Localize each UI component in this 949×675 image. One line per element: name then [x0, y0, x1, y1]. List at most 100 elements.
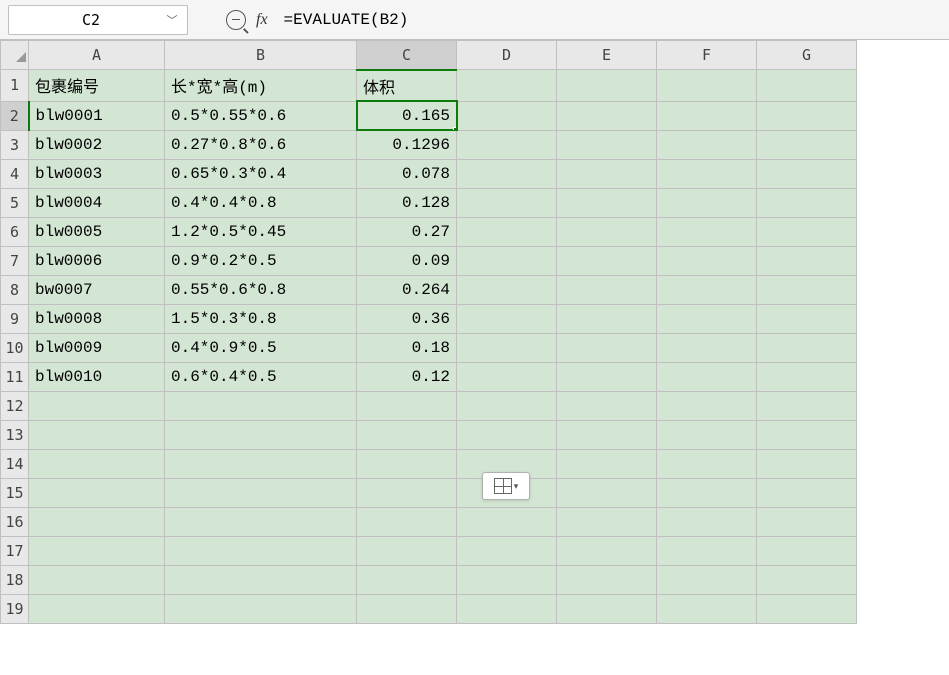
cell-B6[interactable]: 1.2*0.5*0.45: [165, 217, 357, 246]
column-header-B[interactable]: B: [165, 41, 357, 70]
cell-B13[interactable]: [165, 420, 357, 449]
cell-G10[interactable]: [757, 333, 857, 362]
cell-D2[interactable]: [457, 101, 557, 130]
cell-G8[interactable]: [757, 275, 857, 304]
cell-D9[interactable]: [457, 304, 557, 333]
cell-G15[interactable]: [757, 478, 857, 507]
cell-B1[interactable]: 长*宽*高(m): [165, 70, 357, 102]
column-header-G[interactable]: G: [757, 41, 857, 70]
row-header[interactable]: 18: [1, 565, 29, 594]
row-header[interactable]: 9: [1, 304, 29, 333]
cell-E14[interactable]: [557, 449, 657, 478]
cell-D10[interactable]: [457, 333, 557, 362]
cell-A12[interactable]: [29, 391, 165, 420]
cell-F12[interactable]: [657, 391, 757, 420]
row-header[interactable]: 7: [1, 246, 29, 275]
column-header-F[interactable]: F: [657, 41, 757, 70]
cell-A19[interactable]: [29, 594, 165, 623]
cell-G12[interactable]: [757, 391, 857, 420]
cell-E2[interactable]: [557, 101, 657, 130]
cell-A2[interactable]: blw0001: [29, 101, 165, 130]
cell-E17[interactable]: [557, 536, 657, 565]
cell-G17[interactable]: [757, 536, 857, 565]
cell-G13[interactable]: [757, 420, 857, 449]
cell-D13[interactable]: [457, 420, 557, 449]
cell-B17[interactable]: [165, 536, 357, 565]
cell-G6[interactable]: [757, 217, 857, 246]
cell-E12[interactable]: [557, 391, 657, 420]
chevron-down-icon[interactable]: ▾: [514, 481, 519, 492]
cell-F5[interactable]: [657, 188, 757, 217]
cell-G18[interactable]: [757, 565, 857, 594]
cell-B18[interactable]: [165, 565, 357, 594]
row-header[interactable]: 1: [1, 70, 29, 102]
spreadsheet-grid[interactable]: A B C D E F G 1包裹编号长*宽*高(m)体积2blw00010.5…: [0, 40, 857, 624]
cell-C7[interactable]: 0.09: [357, 246, 457, 275]
row-header[interactable]: 8: [1, 275, 29, 304]
row-header[interactable]: 17: [1, 536, 29, 565]
row-header[interactable]: 3: [1, 130, 29, 159]
cell-G4[interactable]: [757, 159, 857, 188]
cell-A9[interactable]: blw0008: [29, 304, 165, 333]
cell-C2[interactable]: 0.165: [357, 101, 457, 130]
cell-G2[interactable]: [757, 101, 857, 130]
cell-A5[interactable]: blw0004: [29, 188, 165, 217]
cell-A14[interactable]: [29, 449, 165, 478]
cell-C5[interactable]: 0.128: [357, 188, 457, 217]
column-header-C[interactable]: C: [357, 41, 457, 70]
row-header[interactable]: 14: [1, 449, 29, 478]
row-header[interactable]: 12: [1, 391, 29, 420]
cell-F14[interactable]: [657, 449, 757, 478]
column-header-E[interactable]: E: [557, 41, 657, 70]
cell-C8[interactable]: 0.264: [357, 275, 457, 304]
cell-D8[interactable]: [457, 275, 557, 304]
cell-E5[interactable]: [557, 188, 657, 217]
cell-F16[interactable]: [657, 507, 757, 536]
cell-D3[interactable]: [457, 130, 557, 159]
fill-handle[interactable]: [453, 127, 457, 131]
cell-F18[interactable]: [657, 565, 757, 594]
cell-C3[interactable]: 0.1296: [357, 130, 457, 159]
column-header-A[interactable]: A: [29, 41, 165, 70]
cell-C19[interactable]: [357, 594, 457, 623]
cell-C15[interactable]: [357, 478, 457, 507]
cell-C16[interactable]: [357, 507, 457, 536]
cell-F19[interactable]: [657, 594, 757, 623]
cell-C18[interactable]: [357, 565, 457, 594]
cell-G5[interactable]: [757, 188, 857, 217]
cell-F7[interactable]: [657, 246, 757, 275]
cell-B16[interactable]: [165, 507, 357, 536]
select-all-corner[interactable]: [1, 41, 29, 70]
row-header[interactable]: 2: [1, 101, 29, 130]
cell-A10[interactable]: blw0009: [29, 333, 165, 362]
fx-label[interactable]: fx: [256, 11, 268, 29]
cell-F1[interactable]: [657, 70, 757, 102]
cell-E8[interactable]: [557, 275, 657, 304]
cell-E19[interactable]: [557, 594, 657, 623]
cell-D11[interactable]: [457, 362, 557, 391]
cell-A17[interactable]: [29, 536, 165, 565]
cell-A18[interactable]: [29, 565, 165, 594]
cell-G7[interactable]: [757, 246, 857, 275]
cell-E18[interactable]: [557, 565, 657, 594]
cell-C9[interactable]: 0.36: [357, 304, 457, 333]
cell-A8[interactable]: bw0007: [29, 275, 165, 304]
cell-F4[interactable]: [657, 159, 757, 188]
row-header[interactable]: 19: [1, 594, 29, 623]
cell-E7[interactable]: [557, 246, 657, 275]
cell-F2[interactable]: [657, 101, 757, 130]
row-header[interactable]: 10: [1, 333, 29, 362]
cell-D18[interactable]: [457, 565, 557, 594]
cell-A4[interactable]: blw0003: [29, 159, 165, 188]
cell-A11[interactable]: blw0010: [29, 362, 165, 391]
cell-G16[interactable]: [757, 507, 857, 536]
row-header[interactable]: 11: [1, 362, 29, 391]
cell-E11[interactable]: [557, 362, 657, 391]
cell-F15[interactable]: [657, 478, 757, 507]
cell-C13[interactable]: [357, 420, 457, 449]
cell-E10[interactable]: [557, 333, 657, 362]
cell-A7[interactable]: blw0006: [29, 246, 165, 275]
cell-B12[interactable]: [165, 391, 357, 420]
cell-F9[interactable]: [657, 304, 757, 333]
cell-D17[interactable]: [457, 536, 557, 565]
